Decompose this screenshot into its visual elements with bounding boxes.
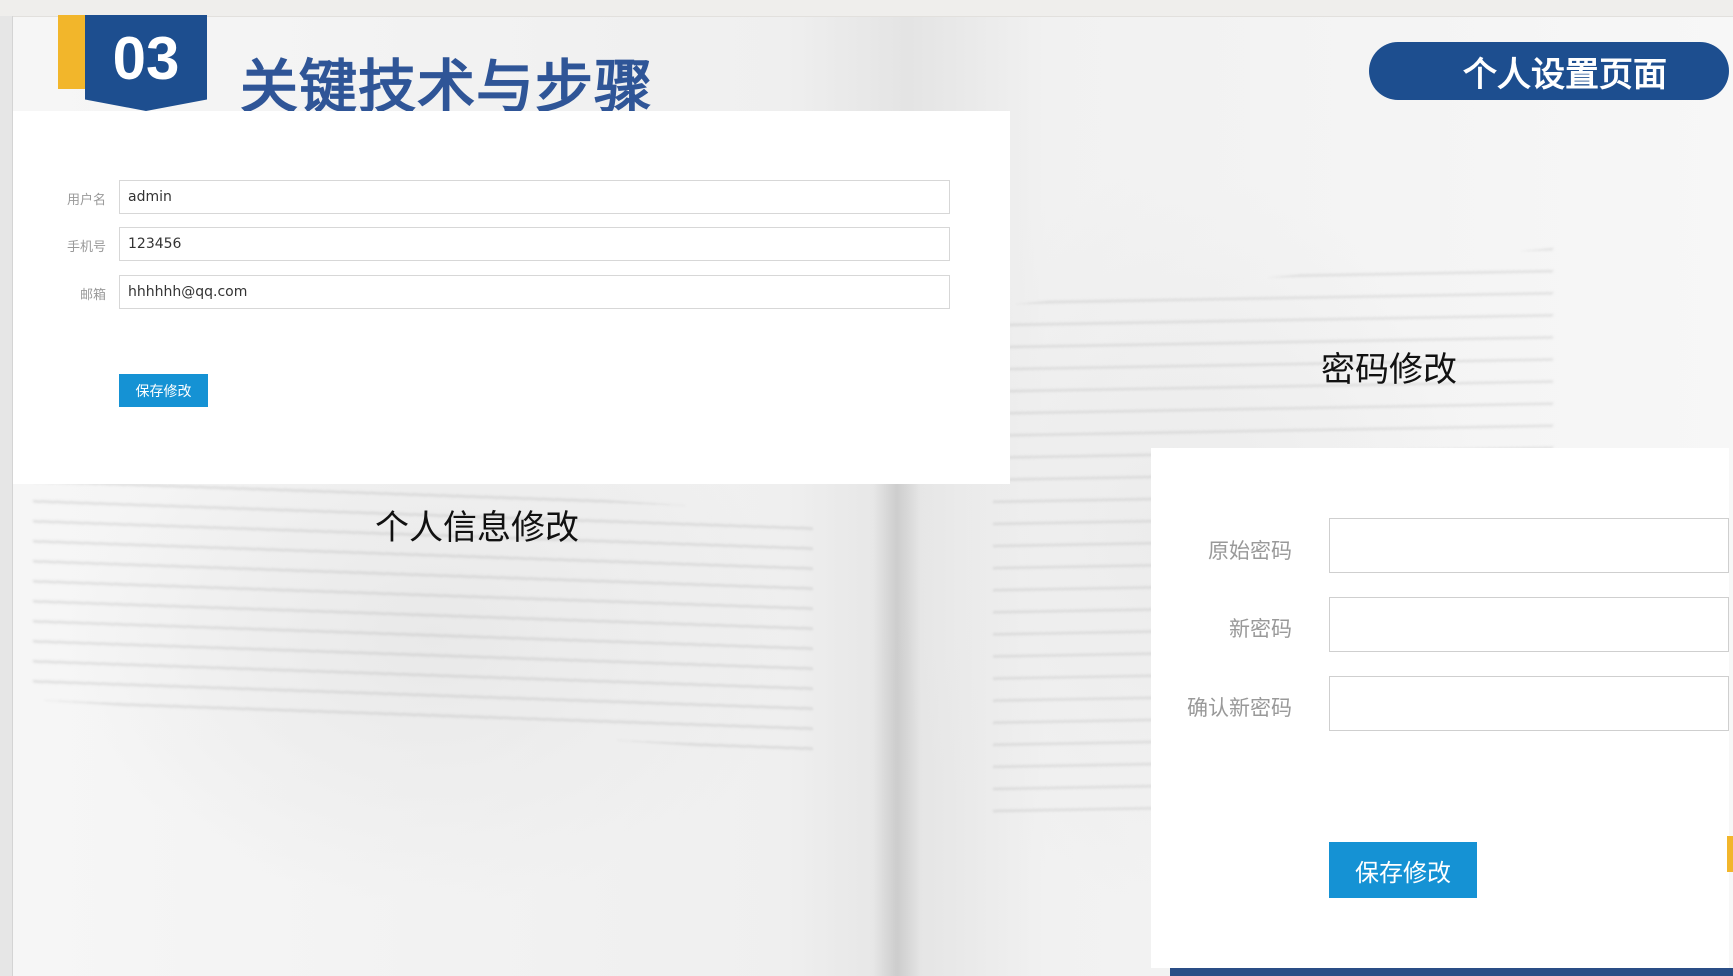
left-gutter [0,16,13,976]
phone-input[interactable]: 123456 [119,227,950,261]
password-caption: 密码修改 [1321,350,1457,390]
username-input[interactable]: admin [119,180,950,214]
save-password-button[interactable]: 保存修改 [1329,842,1477,898]
new-password-input[interactable] [1329,597,1729,652]
bottom-band [1170,968,1733,976]
confirm-password-label: 确认新密码 [1187,696,1292,720]
section-number-badge: 03 [85,15,207,111]
phone-label: 手机号 [66,240,106,255]
page-tag-label: 个人设置页面 [1463,54,1667,95]
old-password-label: 原始密码 [1208,539,1292,563]
phone-row: 手机号 123456 [13,227,1010,261]
page-tag-pill: 个人设置页面 [1369,42,1729,100]
username-row: 用户名 admin [13,180,1010,214]
username-label: 用户名 [66,193,106,208]
new-password-label: 新密码 [1229,617,1292,641]
save-info-button[interactable]: 保存修改 [119,374,208,407]
top-strip [0,0,1733,17]
accent-bar [1727,836,1733,872]
email-input[interactable]: hhhhhh@qq.com [119,275,950,309]
email-label: 邮箱 [79,288,106,303]
personal-info-panel: 用户名 admin 手机号 123456 邮箱 hhhhhh@qq.com 保存… [13,111,1010,484]
badge-accent [58,15,88,89]
email-row: 邮箱 hhhhhh@qq.com [13,275,1010,309]
confirm-password-input[interactable] [1329,676,1729,731]
personal-info-caption: 个人信息修改 [375,508,579,548]
password-panel: 原始密码 新密码 确认新密码 保存修改 [1151,448,1729,968]
old-password-input[interactable] [1329,518,1729,573]
